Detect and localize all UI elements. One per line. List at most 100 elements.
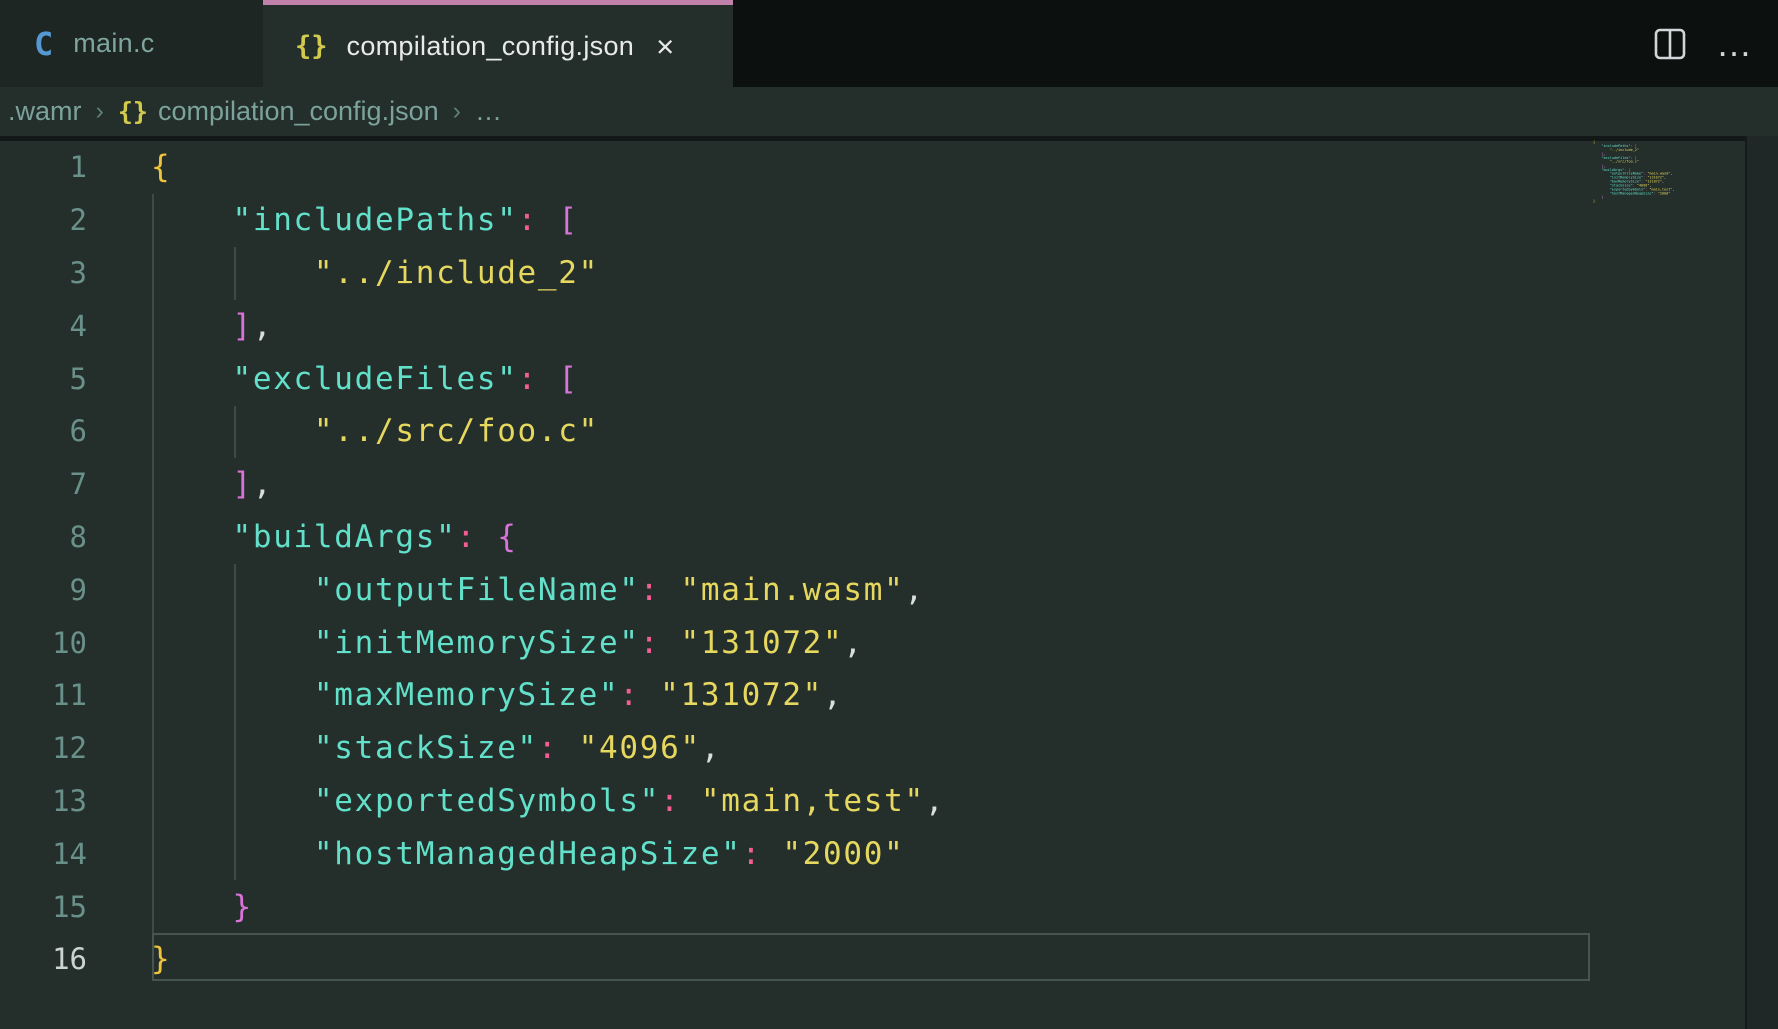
code-token: { [151, 149, 171, 185]
code-text: "outputFileName": "main.wasm", [151, 572, 925, 608]
code-token: "maxMemorySize" [314, 677, 619, 713]
code-text: ], [151, 466, 273, 502]
code-text: "buildArgs": { [151, 519, 518, 555]
code-token: "../include_2" [314, 255, 599, 291]
tab-label: compilation_config.json [347, 31, 635, 62]
code-line-6[interactable]: 6 "../src/foo.c" [0, 405, 1590, 458]
tab-main-c[interactable]: C main.c [0, 0, 263, 87]
line-number[interactable]: 7 [0, 467, 87, 501]
code-token: "131072" [660, 677, 823, 713]
code-token: "131072" [681, 625, 844, 661]
indent-guide [234, 564, 236, 880]
code-text: "stackSize": "4096", [151, 730, 721, 766]
line-number[interactable]: 16 [0, 942, 87, 976]
line-number[interactable]: 4 [0, 309, 87, 343]
line-number[interactable]: 1 [0, 150, 87, 184]
code-token: "2000" [1658, 191, 1671, 195]
tab-bar: C main.c {} compilation_config.json × … [0, 0, 1778, 87]
chevron-right-icon: › [96, 97, 104, 126]
code-token [762, 836, 782, 872]
line-number[interactable]: 9 [0, 573, 87, 607]
code-token: "../src/foo.c" [1610, 159, 1639, 163]
line-number[interactable]: 8 [0, 520, 87, 554]
breadcrumb-symbol[interactable]: … [475, 96, 502, 127]
code-token: "hostManagedHeapSize" [314, 836, 742, 872]
code-token: "2000" [782, 836, 904, 872]
code-text: } [151, 941, 171, 977]
code-token: , [253, 308, 273, 344]
code-token: , [843, 625, 863, 661]
code-line-14[interactable]: 14 "hostManagedHeapSize": "2000" [0, 827, 1590, 880]
line-number[interactable]: 15 [0, 890, 87, 924]
code-line-5[interactable]: 5 "excludeFiles": [ [0, 352, 1590, 405]
tab-label: main.c [73, 28, 154, 59]
breadcrumb-folder[interactable]: .wamr [8, 96, 82, 127]
scrollbar-track[interactable] [1747, 136, 1778, 1029]
code-line-13[interactable]: 13 "exportedSymbols": "main,test", [0, 775, 1590, 828]
code-token: , [905, 572, 925, 608]
code-token [538, 202, 558, 238]
line-number[interactable]: 11 [0, 678, 87, 712]
code-token: , [1670, 171, 1672, 175]
code-text: "../include_2" [151, 255, 599, 291]
code-token: "../src/foo.c" [314, 413, 599, 449]
line-number[interactable]: 10 [0, 626, 87, 660]
line-number[interactable]: 3 [0, 256, 87, 290]
indent-guide [234, 406, 236, 458]
close-icon[interactable]: × [656, 31, 674, 62]
code-token: [ [558, 202, 578, 238]
code-line-1[interactable]: 1{ [0, 141, 1590, 194]
code-token: "includePaths" [232, 202, 517, 238]
code-token [680, 783, 700, 819]
code-token [660, 625, 680, 661]
code-token: } [151, 941, 171, 977]
code-line-10[interactable]: 10 "initMemorySize": "131072", [0, 616, 1590, 669]
code-token: "excludeFiles" [232, 361, 517, 397]
line-number[interactable]: 13 [0, 784, 87, 818]
code-line-11[interactable]: 11 "maxMemorySize": "131072", [0, 669, 1590, 722]
indent-guide [152, 194, 154, 933]
code-token: "../include_2" [1610, 148, 1639, 152]
code-token: , [1672, 187, 1674, 191]
line-number[interactable]: 2 [0, 203, 87, 237]
tab-compilation-config-json[interactable]: {} compilation_config.json × [263, 0, 733, 87]
code-line-8[interactable]: 8 "buildArgs": { [0, 511, 1590, 564]
line-number[interactable]: 5 [0, 362, 87, 396]
code-text: "includePaths": [ [151, 202, 579, 238]
code-line-4[interactable]: 4 ], [0, 299, 1590, 352]
code-token: ] [232, 308, 252, 344]
code-line-2[interactable]: 2 "includePaths": [ [0, 194, 1590, 247]
line-number[interactable]: 6 [0, 414, 87, 448]
code-token: : [742, 836, 762, 872]
code-text: "hostManagedHeapSize": "2000" [151, 836, 905, 872]
code-text: } [1593, 199, 1595, 203]
code-token [477, 519, 497, 555]
code-token: , [1662, 179, 1664, 183]
code-editor[interactable]: 1{2 "includePaths": [3 "../include_2"4 ]… [0, 141, 1590, 986]
code-token: : [640, 625, 660, 661]
code-token: { [497, 519, 517, 555]
json-file-icon: {} [295, 31, 328, 62]
code-token: : [518, 202, 538, 238]
chevron-right-icon: › [453, 97, 461, 126]
code-line-3[interactable]: 3 "../include_2" [0, 247, 1590, 300]
split-editor-icon[interactable] [1654, 28, 1686, 60]
breadcrumb-file[interactable]: compilation_config.json [158, 96, 439, 127]
code-token: "hostManagedHeapSize" [1610, 191, 1654, 195]
code-token [660, 572, 680, 608]
code-token: } [1601, 195, 1603, 199]
code-line-16[interactable]: 16} [0, 933, 1590, 986]
code-line-12[interactable]: 12 "stackSize": "4096", [0, 722, 1590, 775]
code-token: , [701, 730, 721, 766]
code-line-15[interactable]: 15 } [0, 880, 1590, 933]
code-token: : [538, 730, 558, 766]
line-number[interactable]: 12 [0, 731, 87, 765]
code-token: : [640, 572, 660, 608]
code-token: "buildArgs" [232, 519, 456, 555]
code-token: "main,test" [701, 783, 925, 819]
code-line-7[interactable]: 7 ], [0, 458, 1590, 511]
code-line-9[interactable]: 9 "outputFileName": "main.wasm", [0, 563, 1590, 616]
line-number[interactable]: 14 [0, 837, 87, 871]
minimap[interactable]: { "includePaths": [ "../include_2" ], "e… [1593, 140, 1745, 1020]
code-token: , [253, 466, 273, 502]
